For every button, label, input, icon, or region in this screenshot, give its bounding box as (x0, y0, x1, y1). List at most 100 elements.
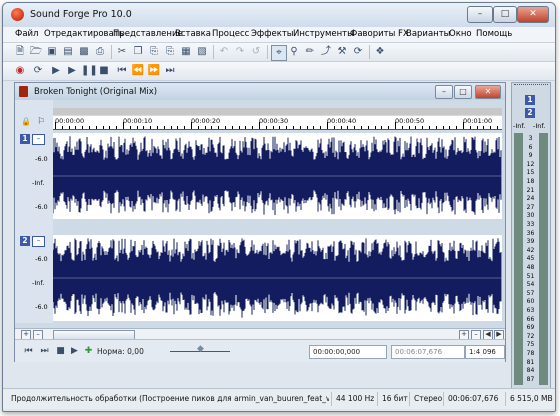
menu-favorites-fx[interactable]: Фавориты FX (350, 29, 409, 39)
print-icon[interactable]: ⎙ (93, 45, 107, 59)
channel-1-minimize[interactable]: – (32, 134, 45, 145)
pencil-tool-icon[interactable]: ✏ (303, 45, 317, 59)
data-window-minimize-button[interactable]: – (435, 85, 453, 99)
render-icon[interactable]: ▩ (77, 45, 91, 59)
trim-icon[interactable]: ▦ (179, 45, 193, 59)
go-to-start-icon[interactable]: ⏮ (115, 64, 129, 78)
magnify-tool-icon[interactable]: ⚲ (287, 45, 301, 59)
loop-playback-icon[interactable]: ⟳ (31, 64, 45, 78)
ruler-tick (89, 126, 90, 129)
meter-scale-label: 39 (526, 238, 535, 246)
cut-icon[interactable]: ✂ (115, 45, 129, 59)
dw-go-to-end-icon[interactable]: ⏭ (39, 346, 50, 357)
ruler-tick (490, 126, 492, 129)
rewind-icon[interactable]: ⏪ (131, 64, 145, 78)
meter-channel-1[interactable]: 1 (525, 95, 535, 105)
data-window-close-button[interactable]: ✕ (475, 85, 501, 99)
channel-1-waveform[interactable] (53, 133, 502, 219)
menu-edit[interactable]: Отредактировать (44, 29, 124, 39)
play-all-icon[interactable]: ▶ (49, 64, 63, 78)
ruler-tick (442, 126, 444, 129)
pause-icon[interactable]: ❚❚ (81, 64, 98, 78)
meter-scale-label: 18 (526, 178, 535, 185)
status-length: 00:06:07,676 (443, 392, 506, 406)
dw-add-icon[interactable]: ✚ (83, 346, 94, 357)
loop-tool-icon[interactable]: ⟳ (351, 45, 365, 59)
meter-scale-label: 12 (526, 160, 535, 168)
close-button[interactable]: ✕ (517, 6, 549, 23)
dw-play-icon[interactable]: ▶ (69, 346, 80, 357)
copy-icon[interactable]: ❐ (131, 45, 145, 59)
go-to-end-icon[interactable]: ⏭ (163, 64, 177, 78)
ruler-tick (306, 126, 308, 129)
channel-1-badge[interactable]: 1 (20, 134, 30, 144)
repeat-icon[interactable]: ↺ (249, 45, 263, 59)
marker-icon[interactable]: ⚐ (35, 117, 47, 127)
envelope-tool-icon[interactable]: ⤴ (319, 45, 333, 59)
ruler-tick (218, 126, 220, 129)
status-message: Продолжительность обработки (Построение … (11, 394, 329, 403)
menu-effects[interactable]: Эффекты (251, 29, 294, 39)
play-icon[interactable]: ▶ (65, 64, 79, 78)
lock-icon[interactable]: 🔒 (21, 117, 31, 127)
paste-icon[interactable]: ⎘ (147, 45, 161, 59)
channel-2-minimize[interactable]: – (32, 236, 45, 247)
menu-window[interactable]: Окно (449, 29, 472, 39)
menu-view[interactable]: Представление (113, 29, 183, 39)
status-bit-depth[interactable]: 16 бит (377, 392, 412, 406)
minimize-button[interactable]: – (467, 6, 493, 23)
redo-icon[interactable]: ↷ (233, 45, 247, 59)
meter-scale-label: 54 (526, 281, 535, 289)
menu-insert[interactable]: Вставка (175, 29, 211, 39)
menu-tools[interactable]: Инструменты (293, 29, 354, 39)
status-channels[interactable]: Стерео (409, 392, 444, 406)
new-file-icon[interactable]: 🗎 (13, 45, 27, 59)
meter-scale-label: 81 (526, 358, 535, 366)
snap-icon[interactable]: ❖ (373, 45, 387, 59)
meter-scale-label: 63 (526, 307, 535, 314)
menu-process[interactable]: Процесс (212, 29, 249, 39)
data-window-maximize-button[interactable]: □ (454, 85, 472, 99)
fast-forward-icon[interactable]: ⏩ (147, 64, 161, 78)
edit-tool-icon[interactable]: ⌖ (271, 45, 287, 61)
record-icon[interactable]: ◉ (13, 64, 27, 78)
selection-start-field[interactable]: 00:00:00,000 (309, 345, 387, 359)
channel-2-waveform[interactable] (53, 235, 502, 321)
undo-icon[interactable]: ↶ (217, 45, 231, 59)
slider-handle-icon[interactable]: ◆ (195, 344, 206, 355)
ruler-tick (429, 126, 430, 129)
time-ruler[interactable]: 00:00:00 00:00:10 00:00:20 00:00:30 00:00:40… (53, 116, 502, 130)
dw-go-to-start-icon[interactable]: ⏮ (23, 346, 34, 357)
dw-stop-icon[interactable]: ■ (55, 346, 66, 357)
save-all-icon[interactable]: ▤ (61, 45, 75, 59)
ruler-tick (476, 126, 478, 129)
menu-options[interactable]: Варианты (406, 29, 450, 39)
meter-channel-2[interactable]: 2 (525, 108, 535, 118)
ruler-tick (469, 126, 471, 129)
mute-icon[interactable]: ▧ (195, 45, 209, 59)
maximize-button[interactable]: □ (493, 6, 517, 23)
menu-help[interactable]: Помощь (476, 29, 512, 39)
meter-grip[interactable] (514, 84, 548, 88)
event-tool-icon[interactable]: ⚒ (335, 45, 349, 59)
channel-2-badge[interactable]: 2 (20, 236, 30, 246)
ruler-tick (55, 122, 56, 129)
overview-bar[interactable] (53, 108, 502, 115)
ruler-tick (68, 126, 70, 129)
status-sample-rate[interactable]: 44 100 Hz (331, 392, 380, 406)
ruler-tick (109, 126, 111, 129)
horizontal-scrollbar[interactable]: + – + – ◀ ▶ (15, 328, 505, 340)
ruler-tick (170, 126, 172, 129)
paste-mix-icon[interactable]: ⎘ (163, 45, 177, 59)
zoom-ratio-field[interactable]: 1:4 096 (465, 345, 505, 359)
open-folder-icon[interactable]: 🗁 (29, 45, 43, 59)
ruler-tick (367, 126, 369, 129)
meter-scale-label: 84 (526, 367, 535, 375)
save-icon[interactable]: ▣ (45, 45, 59, 59)
ruler-tick (116, 126, 118, 129)
menu-file[interactable]: Файл (15, 29, 38, 39)
ruler-label: 00:00:40 (327, 117, 357, 125)
meter-scale-label: 9 (528, 152, 533, 160)
selection-end-field[interactable]: 00:06:07,676 (391, 345, 465, 359)
stop-icon[interactable]: ■ (97, 64, 111, 78)
